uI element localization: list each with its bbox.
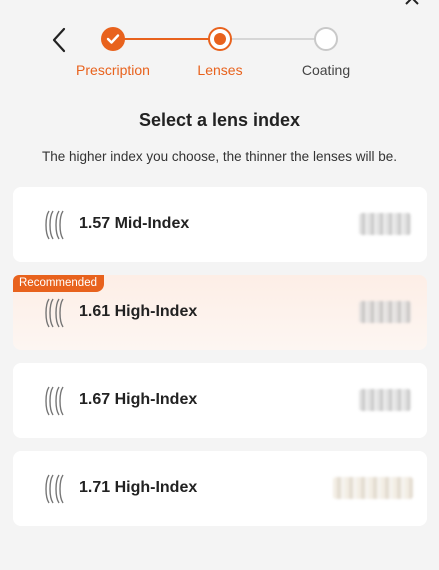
option-label: 1.71 High-Index (79, 479, 198, 496)
progress-stepper: Prescription Lenses Coating (60, 26, 360, 86)
lens-option-1-61[interactable]: Recommended 1.61 High-Index (13, 275, 427, 350)
lens-profile-icon (45, 210, 64, 240)
close-button[interactable] (403, 0, 425, 12)
checkmark-icon (106, 34, 120, 44)
page-subtitle: The higher index you choose, the thinner… (42, 149, 397, 164)
step-prescription-dot[interactable] (101, 27, 125, 51)
lens-thickness-image (359, 301, 411, 323)
step-connector-completed (113, 38, 220, 40)
close-icon (405, 0, 419, 5)
current-step-indicator (214, 33, 226, 45)
lens-profile-icon (45, 386, 64, 416)
step-label-prescription[interactable]: Prescription (76, 62, 150, 78)
option-label: 1.67 High-Index (79, 391, 198, 408)
lens-profile-icon (45, 474, 64, 504)
lens-thickness-image (359, 213, 411, 235)
option-label: 1.57 Mid-Index (79, 215, 190, 232)
lens-thickness-image (333, 477, 413, 499)
lens-option-1-57[interactable]: 1.57 Mid-Index (13, 187, 427, 262)
step-label-lenses[interactable]: Lenses (197, 62, 242, 78)
option-label: 1.61 High-Index (79, 303, 198, 320)
step-label-coating: Coating (301, 62, 351, 78)
lens-profile-icon (45, 298, 64, 328)
step-connector-pending (220, 38, 326, 40)
step-lenses-dot[interactable] (208, 27, 232, 51)
step-coating-dot (314, 27, 338, 51)
lens-option-1-71[interactable]: 1.71 High-Index (13, 451, 427, 526)
page-title: Select a lens index (138, 110, 301, 130)
lens-option-1-67[interactable]: 1.67 High-Index (13, 363, 427, 438)
lens-thickness-image (359, 389, 411, 411)
recommended-badge: Recommended (13, 275, 104, 292)
